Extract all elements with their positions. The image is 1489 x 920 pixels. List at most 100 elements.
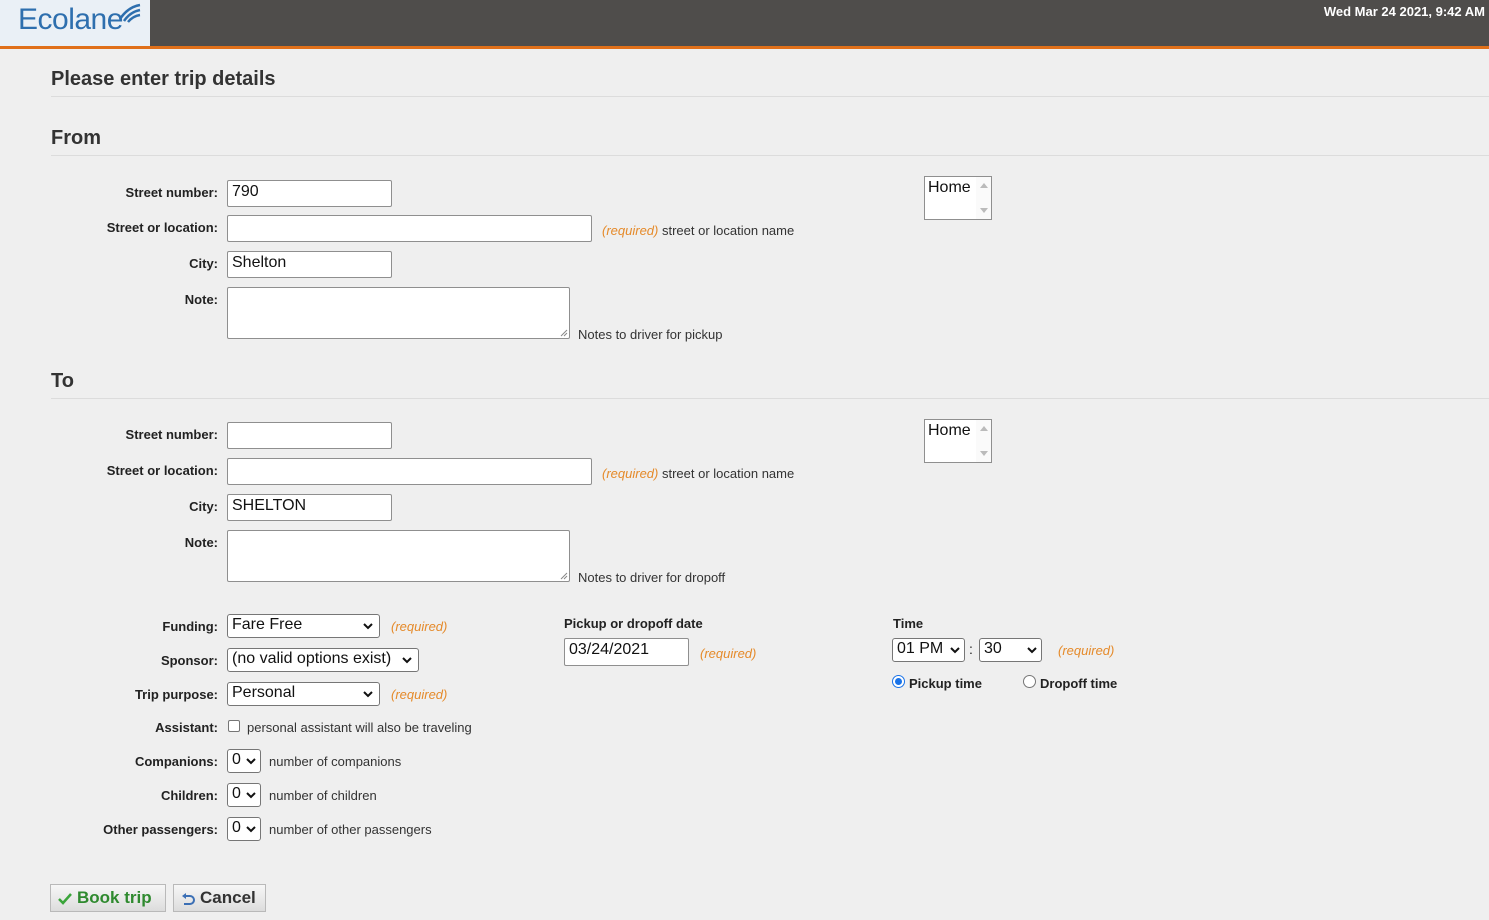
hour-select[interactable]: 01 PM bbox=[892, 638, 965, 662]
hint-text: street or location name bbox=[661, 466, 795, 481]
divider bbox=[51, 155, 1489, 156]
assistant-checkbox[interactable] bbox=[228, 720, 240, 732]
dropoff-time-radio[interactable] bbox=[1023, 675, 1036, 688]
companions-select[interactable]: 0 bbox=[227, 749, 261, 773]
book-trip-label: Book trip bbox=[77, 888, 152, 907]
scroll-down-icon[interactable] bbox=[980, 451, 988, 456]
funding-value: Fare Free bbox=[232, 616, 303, 633]
checkmark-icon bbox=[58, 893, 72, 905]
time-label: Time bbox=[893, 616, 924, 631]
from-note-label: Note: bbox=[184, 292, 218, 307]
from-street-number-input[interactable]: 790 bbox=[227, 180, 392, 207]
to-street-number-input[interactable] bbox=[227, 422, 392, 449]
to-note-hint: Notes to driver for dropoff bbox=[578, 570, 726, 585]
from-note-hint: Notes to driver for pickup bbox=[578, 327, 723, 342]
to-city-label: City: bbox=[189, 499, 218, 514]
from-note-textarea[interactable] bbox=[227, 287, 570, 339]
chevron-down-icon bbox=[246, 826, 256, 833]
from-city-label: City: bbox=[189, 256, 218, 271]
chevron-down-icon bbox=[246, 758, 256, 765]
sponsor-select[interactable]: (no valid options exist) bbox=[227, 648, 419, 672]
children-hint: number of children bbox=[269, 788, 377, 803]
other-passengers-label: Other passengers: bbox=[103, 822, 218, 837]
to-saved-locations-list[interactable]: Home bbox=[924, 419, 992, 463]
from-city-input[interactable]: Shelton bbox=[227, 251, 392, 278]
funding-label: Funding: bbox=[162, 619, 218, 634]
date-required: (required) bbox=[700, 646, 757, 661]
assistant-label: Assistant: bbox=[155, 720, 218, 735]
divider bbox=[51, 398, 1489, 399]
scroll-down-icon[interactable] bbox=[980, 208, 988, 213]
chevron-down-icon bbox=[402, 657, 412, 664]
saved-location-option[interactable]: Home bbox=[928, 179, 971, 197]
pickup-time-label[interactable]: Pickup time bbox=[909, 676, 982, 691]
date-label: Pickup or dropoff date bbox=[564, 616, 703, 631]
trip-purpose-required: (required) bbox=[391, 687, 448, 702]
to-street-location-hint: (required) street or location name bbox=[602, 466, 794, 481]
hour-value: 01 PM bbox=[897, 640, 944, 657]
list-scrollbar[interactable] bbox=[976, 420, 991, 462]
logo[interactable]: Ecolane bbox=[0, 0, 150, 46]
to-note-textarea[interactable] bbox=[227, 530, 570, 582]
to-city-input[interactable]: SHELTON bbox=[227, 494, 392, 521]
companions-value: 0 bbox=[232, 751, 241, 768]
trip-purpose-select[interactable]: Personal bbox=[227, 682, 380, 706]
time-separator: : bbox=[969, 641, 973, 657]
scroll-up-icon[interactable] bbox=[980, 426, 988, 431]
chevron-down-icon bbox=[363, 623, 373, 630]
hint-text: street or location name bbox=[661, 223, 795, 238]
to-heading: To bbox=[51, 370, 74, 392]
to-street-location-label: Street or location: bbox=[106, 463, 218, 478]
dropoff-time-label[interactable]: Dropoff time bbox=[1040, 676, 1117, 691]
children-value: 0 bbox=[232, 785, 241, 802]
chevron-down-icon bbox=[950, 647, 960, 654]
header-datetime: Wed Mar 24 2021, 9:42 AM bbox=[1323, 4, 1485, 19]
date-input[interactable]: 03/24/2021 bbox=[564, 638, 689, 666]
minute-value: 30 bbox=[984, 640, 1002, 657]
sponsor-label: Sponsor: bbox=[160, 653, 218, 668]
other-passengers-select[interactable]: 0 bbox=[227, 817, 261, 841]
funding-select[interactable]: Fare Free bbox=[227, 614, 380, 638]
saved-location-option[interactable]: Home bbox=[928, 422, 971, 440]
to-street-number-label: Street number: bbox=[125, 427, 218, 442]
time-required: (required) bbox=[1058, 643, 1115, 658]
from-heading: From bbox=[51, 127, 101, 149]
page-title: Please enter trip details bbox=[51, 68, 276, 90]
assistant-hint: personal assistant will also be travelin… bbox=[247, 720, 472, 735]
resize-handle-icon[interactable] bbox=[559, 571, 568, 580]
logo-swoosh-icon bbox=[118, 3, 141, 23]
to-note-label: Note: bbox=[184, 535, 218, 550]
companions-hint: number of companions bbox=[269, 754, 402, 769]
logo-text: Ecolane bbox=[18, 3, 123, 36]
from-street-location-label: Street or location: bbox=[106, 220, 218, 235]
from-street-location-input[interactable] bbox=[227, 215, 592, 242]
required-marker: (required) bbox=[602, 223, 659, 238]
list-scrollbar[interactable] bbox=[976, 177, 991, 219]
to-street-location-input[interactable] bbox=[227, 458, 592, 485]
required-marker: (required) bbox=[602, 466, 659, 481]
sponsor-value: (no valid options exist) bbox=[232, 650, 392, 667]
resize-handle-icon[interactable] bbox=[559, 328, 568, 337]
trip-purpose-value: Personal bbox=[232, 684, 296, 701]
companions-label: Companions: bbox=[134, 754, 218, 769]
children-label: Children: bbox=[160, 788, 218, 803]
minute-select[interactable]: 30 bbox=[979, 638, 1042, 662]
book-trip-button[interactable]: Book trip bbox=[50, 884, 166, 912]
chevron-down-icon bbox=[363, 691, 373, 698]
from-saved-locations-list[interactable]: Home bbox=[924, 176, 992, 220]
other-passengers-value: 0 bbox=[232, 819, 241, 836]
undo-icon bbox=[182, 893, 195, 905]
chevron-down-icon bbox=[1027, 647, 1037, 654]
top-bar bbox=[0, 0, 1489, 49]
chevron-down-icon bbox=[246, 792, 256, 799]
from-street-location-hint: (required) street or location name bbox=[602, 223, 794, 238]
funding-required: (required) bbox=[391, 619, 448, 634]
cancel-label: Cancel bbox=[200, 888, 256, 907]
cancel-button[interactable]: Cancel bbox=[173, 884, 266, 912]
children-select[interactable]: 0 bbox=[227, 783, 261, 807]
divider bbox=[51, 96, 1489, 97]
other-passengers-hint: number of other passengers bbox=[269, 822, 432, 837]
from-street-number-label: Street number: bbox=[125, 185, 218, 200]
pickup-time-radio[interactable] bbox=[892, 675, 905, 688]
scroll-up-icon[interactable] bbox=[980, 183, 988, 188]
